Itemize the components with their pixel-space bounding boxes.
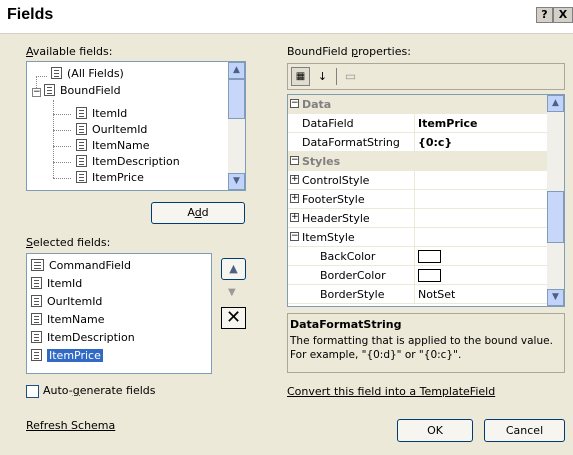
list-item-itemid[interactable]: ItemId — [31, 276, 82, 292]
scroll-down-icon[interactable]: ▼ — [228, 173, 245, 190]
field-icon — [51, 67, 62, 79]
auto-generate-checkbox[interactable] — [26, 385, 39, 398]
list-item-itemname[interactable]: ItemName — [31, 312, 105, 328]
tree-item-ouritemid[interactable]: OurItemId — [76, 122, 147, 138]
list-item-itemdescription[interactable]: ItemDescription — [31, 330, 135, 346]
prop-backcolor[interactable]: BackColor — [288, 247, 548, 266]
sort-alpha-icon[interactable]: ↓ — [313, 67, 332, 86]
collapse-toggle-icon[interactable]: − — [32, 88, 41, 97]
scroll-thumb[interactable] — [228, 79, 245, 119]
field-icon — [31, 313, 42, 325]
tree-item-all-fields[interactable]: (All Fields) — [51, 66, 124, 82]
arrow-down-icon: ▼ — [228, 287, 236, 298]
field-icon — [76, 107, 87, 119]
field-icon — [44, 84, 55, 96]
prop-borderstyle[interactable]: BorderStyle NotSet — [288, 285, 548, 304]
scroll-up-icon[interactable]: ▲ — [228, 62, 245, 79]
move-up-button[interactable]: ▲ — [221, 258, 246, 280]
refresh-schema-link[interactable]: Refresh Schema — [26, 419, 115, 432]
field-icon — [31, 277, 42, 289]
command-field-icon — [31, 259, 44, 271]
field-icon — [76, 123, 87, 135]
prop-controlstyle[interactable]: + ControlStyle — [288, 171, 548, 190]
tree-item-itemname[interactable]: ItemName — [76, 138, 150, 154]
property-grid[interactable]: − Data DataField ItemPrice DataFormatStrin… — [287, 94, 565, 307]
available-fields-label: Available fields: — [26, 45, 113, 58]
scroll-down-icon[interactable]: ▼ — [547, 289, 564, 306]
category-styles[interactable]: − Styles — [288, 152, 548, 171]
color-swatch — [418, 269, 441, 282]
prop-bordercolor[interactable]: BorderColor — [288, 266, 548, 285]
prop-dataformatstring[interactable]: DataFormatString {0:c} — [288, 133, 548, 152]
prop-itemstyle[interactable]: − ItemStyle — [288, 228, 548, 247]
field-icon — [31, 331, 42, 343]
property-grid-scrollbar[interactable]: ▲ ▼ — [547, 95, 564, 306]
delete-button[interactable]: ✕ — [221, 307, 246, 329]
field-icon — [76, 155, 87, 167]
description-text: The formatting that is applied to the bo… — [290, 335, 553, 361]
list-item-ouritemid[interactable]: OurItemId — [31, 294, 102, 310]
property-description-panel: DataFormatString The formatting that is … — [287, 313, 565, 373]
selected-fields-label: Selected fields: — [26, 236, 111, 249]
ok-button[interactable]: OK — [397, 419, 473, 442]
category-data[interactable]: − Data — [288, 95, 548, 114]
color-swatch — [418, 250, 441, 263]
list-item-itemprice[interactable]: ItemPrice — [31, 348, 103, 364]
tree-item-boundfield[interactable]: BoundField — [44, 83, 121, 99]
properties-toolbar: ▦ ↓ ▭ — [287, 63, 565, 90]
scroll-up-icon[interactable]: ▲ — [547, 95, 564, 112]
categorized-icon[interactable]: ▦ — [291, 67, 310, 86]
field-icon — [76, 171, 87, 183]
tree-item-itemdescription[interactable]: ItemDescription — [76, 154, 180, 170]
properties-label: BoundField properties: — [287, 45, 411, 58]
scroll-thumb[interactable] — [547, 191, 564, 243]
prop-datafield[interactable]: DataField ItemPrice — [288, 114, 548, 133]
title-bar: Fields ? X — [0, 0, 573, 34]
field-icon — [76, 139, 87, 151]
close-button[interactable]: X — [553, 7, 573, 23]
move-down-button[interactable]: ▼ — [228, 287, 236, 298]
list-item-commandfield[interactable]: CommandField — [31, 258, 131, 274]
field-icon — [31, 349, 42, 361]
description-title: DataFormatString — [290, 318, 402, 331]
delete-x-icon: ✕ — [225, 307, 242, 328]
property-pages-icon[interactable]: ▭ — [341, 67, 360, 86]
field-icon — [31, 295, 42, 307]
auto-generate-label: Auto-generate fields — [43, 384, 156, 397]
arrow-up-icon: ▲ — [229, 262, 238, 275]
prop-footerstyle[interactable]: + FooterStyle — [288, 190, 548, 209]
prop-headerstyle[interactable]: + HeaderStyle — [288, 209, 548, 228]
add-button[interactable]: Add — [151, 202, 245, 224]
window-title: Fields — [7, 6, 54, 23]
tree-item-itemid[interactable]: ItemId — [76, 106, 127, 122]
available-scrollbar[interactable]: ▲ ▼ — [228, 62, 245, 190]
cancel-button[interactable]: Cancel — [484, 419, 565, 442]
selected-fields-list[interactable]: CommandField ItemId OurItemId ItemName I… — [26, 253, 212, 374]
convert-templatefield-link[interactable]: Convert this field into a TemplateField — [287, 385, 495, 398]
help-button[interactable]: ? — [536, 7, 553, 23]
tree-item-itemprice[interactable]: ItemPrice — [76, 170, 144, 186]
available-fields-tree[interactable]: − (All Fields) BoundField ItemId OurItem… — [26, 61, 246, 191]
